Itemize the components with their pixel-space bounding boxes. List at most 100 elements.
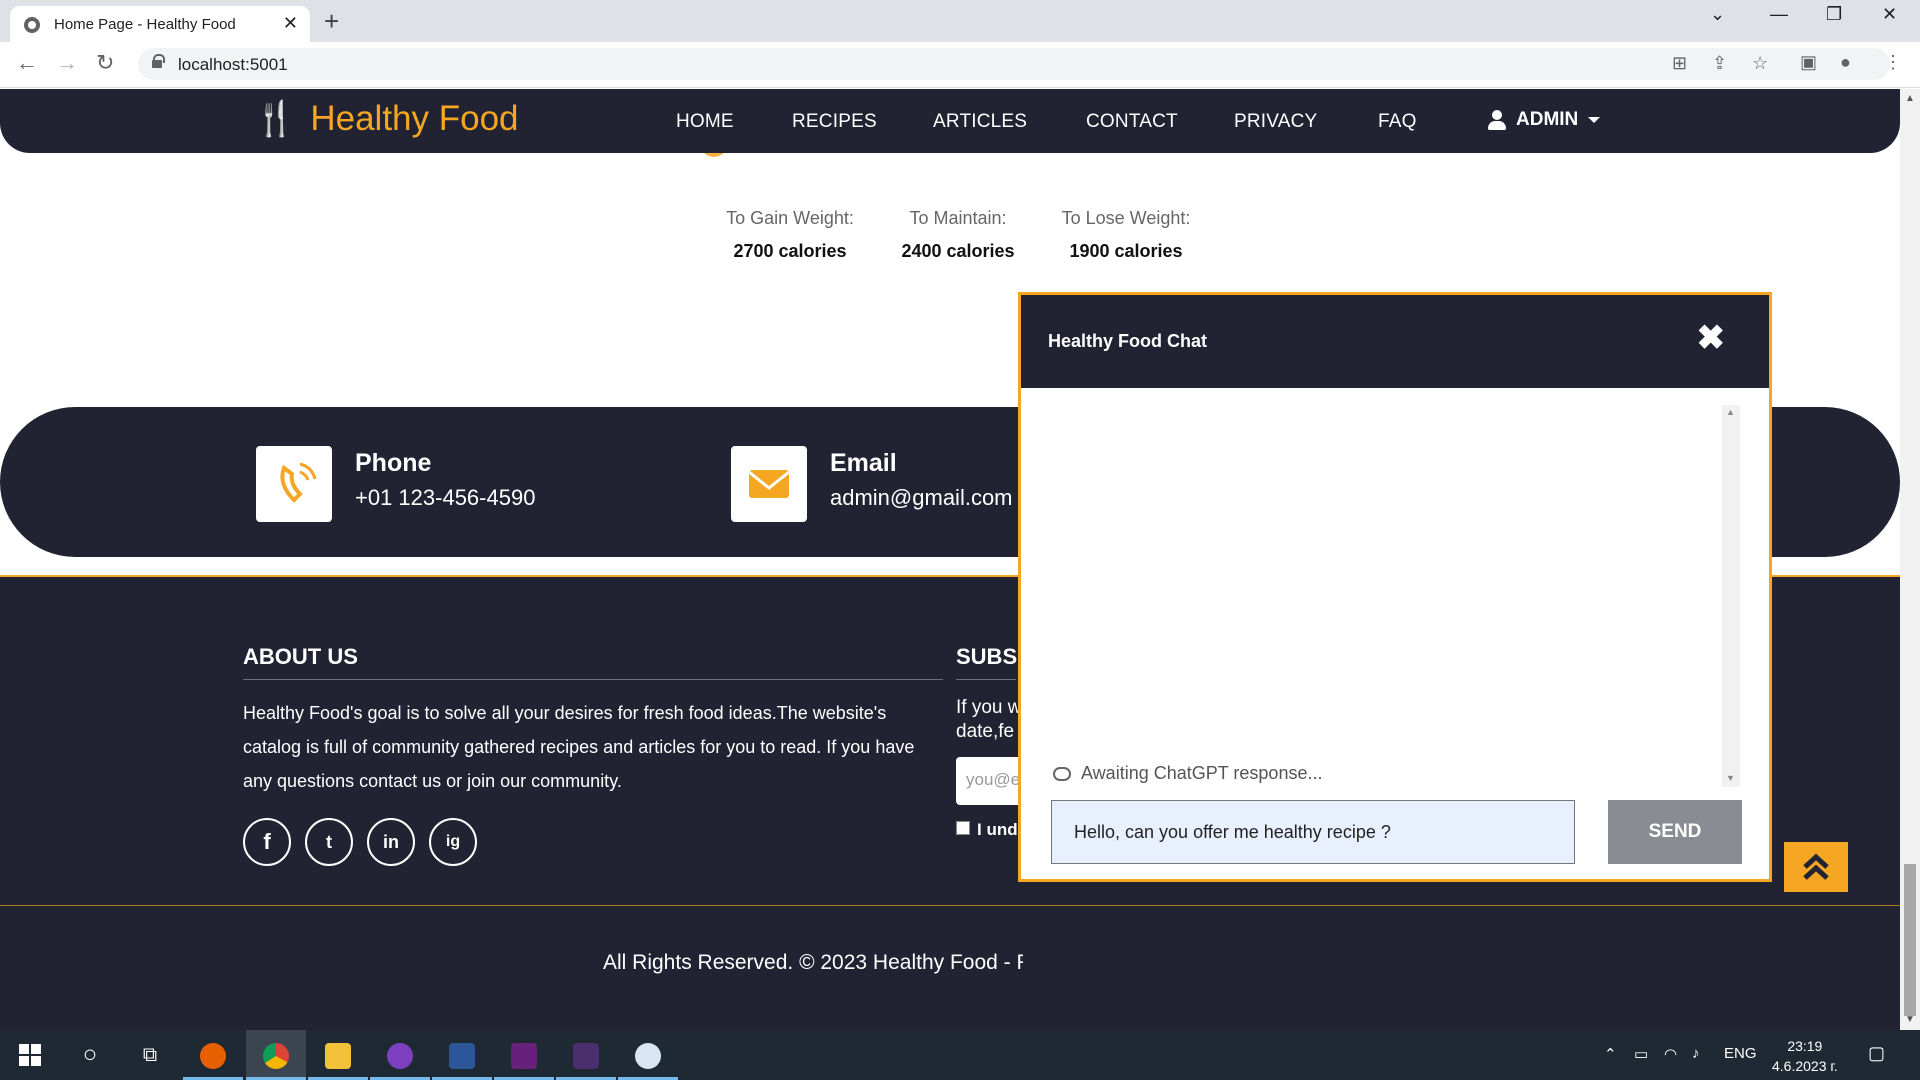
tab-title: Home Page - Healthy Food — [54, 16, 236, 33]
address-bar-row: ← → ↻ localhost:5001 ⊞ ⇪ ☆ ▣ ● ⋮ — [0, 42, 1920, 88]
system-clock[interactable]: 23:19 4.6.2023 г. — [1772, 1036, 1838, 1076]
scroll-down-arrow[interactable]: ▼ — [1726, 773, 1735, 783]
calorie-label: To Maintain: — [909, 208, 1007, 228]
terms-checkbox[interactable] — [956, 821, 970, 835]
windows-start-icon[interactable] — [0, 1030, 60, 1080]
terminal-icon[interactable] — [556, 1030, 616, 1080]
chat-status: Awaiting ChatGPT response... — [1053, 763, 1322, 784]
phone-value: +01 123-456-4590 — [355, 485, 536, 510]
windows-logo-icon — [19, 1044, 41, 1066]
calorie-value: 2700 calories — [733, 241, 847, 261]
share-icon[interactable]: ⇪ — [1712, 53, 1727, 74]
copyright-text: All Rights Reserved. © 2023 Healthy Food… — [603, 951, 1023, 974]
divider — [243, 679, 943, 680]
phone-icon — [280, 462, 317, 503]
wifi-icon[interactable]: ◠ — [1664, 1045, 1677, 1063]
firefox-icon[interactable] — [183, 1030, 243, 1080]
brand-logo[interactable]: 🍴 Healthy Food — [254, 99, 519, 139]
side-panel-icon[interactable]: ▣ — [1800, 52, 1817, 73]
footer-divider — [0, 905, 1900, 906]
new-tab-button[interactable]: + — [324, 6, 339, 37]
minimize-button[interactable]: — — [1770, 4, 1788, 25]
forward-icon[interactable]: → — [56, 50, 78, 76]
user-icon — [1488, 110, 1506, 130]
search-icon[interactable]: ○ — [60, 1030, 120, 1080]
divider — [956, 679, 1016, 680]
site-navbar: 🍴 Healthy Food HOME RECIPES ARTICLES CON… — [0, 89, 1900, 153]
globe-icon — [24, 17, 40, 33]
chat-scrollbar[interactable]: ▲ ▼ — [1722, 405, 1740, 787]
github-desktop-icon[interactable] — [370, 1030, 430, 1080]
nav-articles[interactable]: ARTICLES — [933, 111, 1027, 133]
scroll-up-arrow[interactable]: ▲ — [1726, 407, 1735, 417]
fork-knife-icon: 🍴 — [254, 100, 297, 138]
brand-name: Healthy Food — [310, 99, 519, 138]
nav-recipes[interactable]: RECIPES — [792, 111, 877, 133]
url-text: localhost:5001 — [178, 55, 288, 74]
nav-privacy[interactable]: PRIVACY — [1234, 111, 1317, 133]
close-icon[interactable]: ✖ — [1697, 321, 1726, 355]
about-title: ABOUT US — [243, 644, 358, 669]
linkedin-icon[interactable]: in — [367, 818, 415, 866]
calorie-label: To Lose Weight: — [1061, 208, 1191, 228]
scroll-to-top-button[interactable] — [1784, 842, 1848, 892]
profile-icon[interactable]: ● — [1840, 52, 1851, 73]
notifications-icon[interactable]: ▢ — [1868, 1043, 1885, 1064]
volume-icon[interactable]: ♪ — [1692, 1045, 1700, 1062]
chat-message-input[interactable] — [1051, 800, 1575, 864]
phone-icon-box — [256, 446, 332, 522]
calorie-lose: To Lose Weight: 1900 calories — [1056, 208, 1196, 262]
visual-studio-icon[interactable] — [494, 1030, 554, 1080]
calorie-maintain: To Maintain: 2400 calories — [892, 208, 1024, 262]
twitter-icon[interactable]: t — [305, 818, 353, 866]
email-title: Email — [830, 449, 897, 477]
scroll-down-arrow[interactable]: ▼ — [1905, 1014, 1915, 1025]
phone-title: Phone — [355, 449, 432, 477]
close-window-button[interactable]: ✕ — [1882, 4, 1897, 25]
chat-status-text: Awaiting ChatGPT response... — [1081, 763, 1323, 783]
paint-icon[interactable] — [618, 1030, 678, 1080]
page-scrollbar[interactable]: ▲ ▼ — [1900, 89, 1920, 1030]
bookmark-star-icon[interactable]: ☆ — [1752, 53, 1768, 74]
scrollbar-thumb[interactable] — [1904, 864, 1916, 1016]
nav-faq[interactable]: FAQ — [1378, 111, 1417, 133]
language-indicator[interactable]: ENG — [1724, 1045, 1757, 1062]
nav-home[interactable]: HOME — [676, 111, 734, 133]
chrome-icon[interactable] — [246, 1030, 306, 1080]
show-hidden-icons-icon[interactable]: ⌃ — [1604, 1045, 1617, 1063]
lock-icon[interactable] — [152, 54, 165, 69]
tab-search-icon[interactable]: ⌄ — [1710, 4, 1725, 25]
restore-button[interactable]: ❐ — [1826, 4, 1842, 25]
omnibox[interactable]: localhost:5001 ⊞ ⇪ ☆ — [138, 48, 1890, 80]
chat-header: Healthy Food Chat ✖ — [1021, 295, 1769, 388]
email-value[interactable]: admin@gmail.com — [830, 485, 1013, 511]
browser-tab-strip: Home Page - Healthy Food ✕ + ⌄ — ❐ ✕ — [0, 0, 1920, 42]
reload-icon[interactable]: ↻ — [96, 50, 114, 76]
instagram-icon[interactable]: ig — [429, 818, 477, 866]
windows-taskbar: ○ ⧉ ⌃ ▭ ◠ ♪ ENG 23:19 4.6.2023 г. ▢ — [0, 1030, 1920, 1080]
clock-date: 4.6.2023 г. — [1772, 1058, 1838, 1074]
email-icon-box — [731, 446, 807, 522]
tab-close-icon[interactable]: ✕ — [283, 13, 298, 34]
nav-contact[interactable]: CONTACT — [1086, 111, 1178, 133]
task-view-icon[interactable]: ⧉ — [120, 1030, 180, 1080]
facebook-icon[interactable]: f — [243, 818, 291, 866]
admin-menu[interactable]: ADMIN — [1488, 109, 1601, 131]
about-text: Healthy Food's goal is to solve all your… — [243, 703, 915, 791]
file-explorer-icon[interactable] — [308, 1030, 368, 1080]
battery-icon[interactable]: ▭ — [1634, 1045, 1648, 1063]
back-icon[interactable]: ← — [16, 50, 38, 76]
admin-label: ADMIN — [1516, 109, 1579, 130]
word-icon[interactable] — [432, 1030, 492, 1080]
scroll-up-arrow[interactable]: ▲ — [1905, 93, 1915, 104]
menu-kebab-icon[interactable]: ⋮ — [1884, 52, 1902, 73]
chat-bubble-icon — [1053, 766, 1071, 781]
calorie-value: 2400 calories — [901, 241, 1015, 261]
browser-tab[interactable]: Home Page - Healthy Food ✕ — [10, 6, 310, 42]
translate-icon[interactable]: ⊞ — [1672, 53, 1687, 74]
clock-time: 23:19 — [1787, 1038, 1823, 1054]
send-button[interactable]: SEND — [1608, 800, 1742, 864]
envelope-icon — [748, 470, 790, 498]
calorie-value: 1900 calories — [1069, 241, 1183, 261]
calorie-gain: To Gain Weight: 2700 calories — [722, 208, 858, 262]
